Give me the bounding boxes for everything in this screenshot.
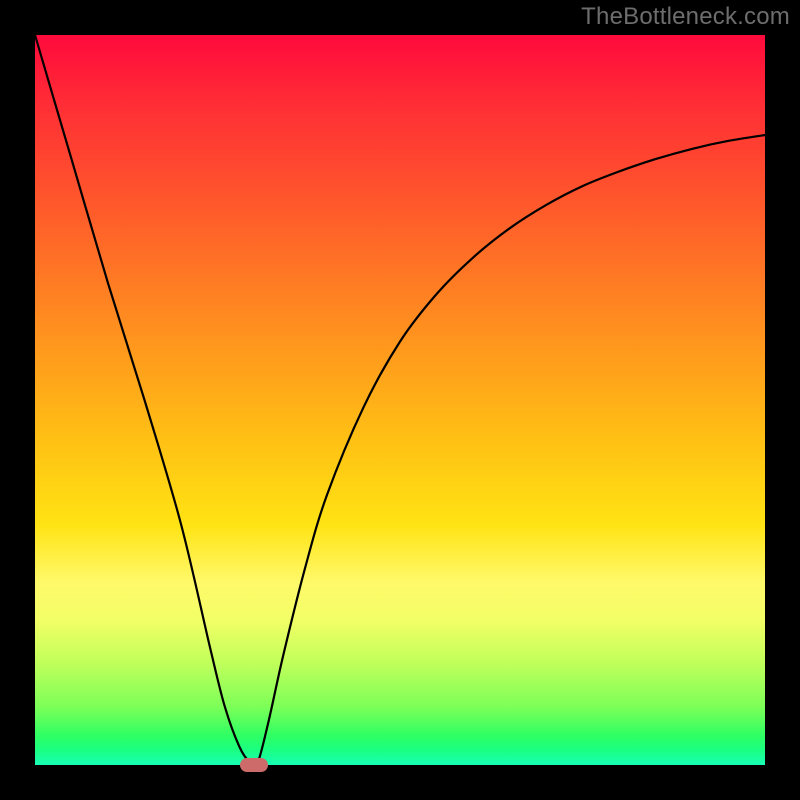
minimum-marker — [240, 758, 268, 772]
curve-layer — [35, 35, 765, 765]
watermark-text: TheBottleneck.com — [581, 3, 790, 31]
chart-frame: TheBottleneck.com — [0, 0, 800, 800]
bottleneck-curve — [35, 35, 765, 767]
plot-area — [35, 35, 765, 765]
